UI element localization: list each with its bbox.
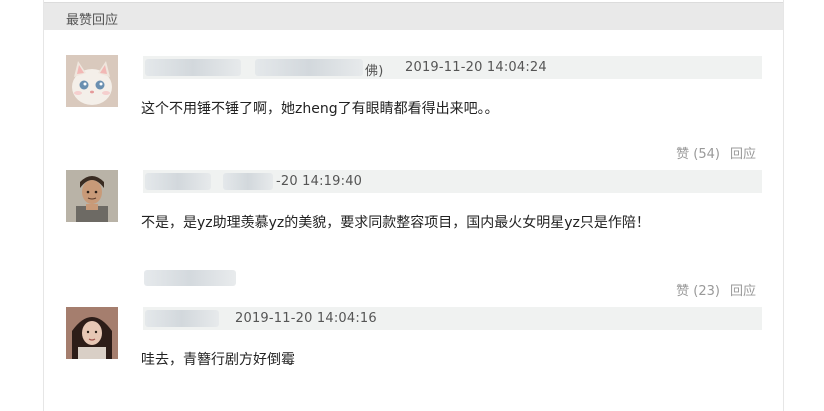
blurred-username [223, 173, 273, 190]
panel-header: 最赞回应 [44, 2, 783, 30]
panel-title: 最赞回应 [66, 13, 119, 28]
username-suffix: 佛) [365, 64, 384, 79]
blurred-username [255, 59, 363, 76]
comment-actions: 赞 (23) 回应 [676, 280, 756, 299]
comment-actions: 赞 (54) 回应 [676, 143, 756, 162]
man-avatar-icon [66, 170, 118, 222]
comment-meta-bar: 佛) 2019-11-20 14:04:24 [143, 56, 762, 79]
comment-meta-bar: 2019-11-20 14:04:16 [143, 307, 762, 330]
blurred-username [145, 59, 241, 76]
blurred-username [145, 310, 219, 327]
reply-button[interactable]: 回应 [730, 147, 756, 162]
comment-text: 哇去，青簪行剧方好倒霉 [141, 352, 295, 368]
comment-text: 不是，是yz助理羡慕yz的美貌，要求同款整容项目，国内最火女明星yz只是作陪！ [141, 215, 650, 231]
comment-timestamp: 2019-11-20 14:04:24 [405, 60, 547, 75]
avatar[interactable] [66, 55, 118, 107]
avatar[interactable] [66, 170, 118, 222]
avatar[interactable] [66, 307, 118, 359]
comment-text: 这个不用锤不锤了啊，她zheng了有眼睛都看得出来吧。。 [141, 101, 499, 117]
cat-avatar-icon [66, 55, 118, 107]
reply-button[interactable]: 回应 [730, 284, 756, 299]
comment-timestamp: -20 14:19:40 [276, 174, 363, 189]
woman-avatar-icon [66, 307, 118, 359]
like-button[interactable]: 赞 (54) [676, 147, 720, 162]
blurred-text [144, 270, 236, 286]
top-responses-panel: 最赞回应 佛) 2019-11-20 14:04:24 这个不用锤不锤了啊，她z… [43, 0, 784, 411]
like-button[interactable]: 赞 (23) [676, 284, 720, 299]
comment-meta-bar: -20 14:19:40 [143, 170, 762, 193]
comment-timestamp: 2019-11-20 14:04:16 [235, 311, 377, 326]
blurred-username [145, 173, 211, 190]
